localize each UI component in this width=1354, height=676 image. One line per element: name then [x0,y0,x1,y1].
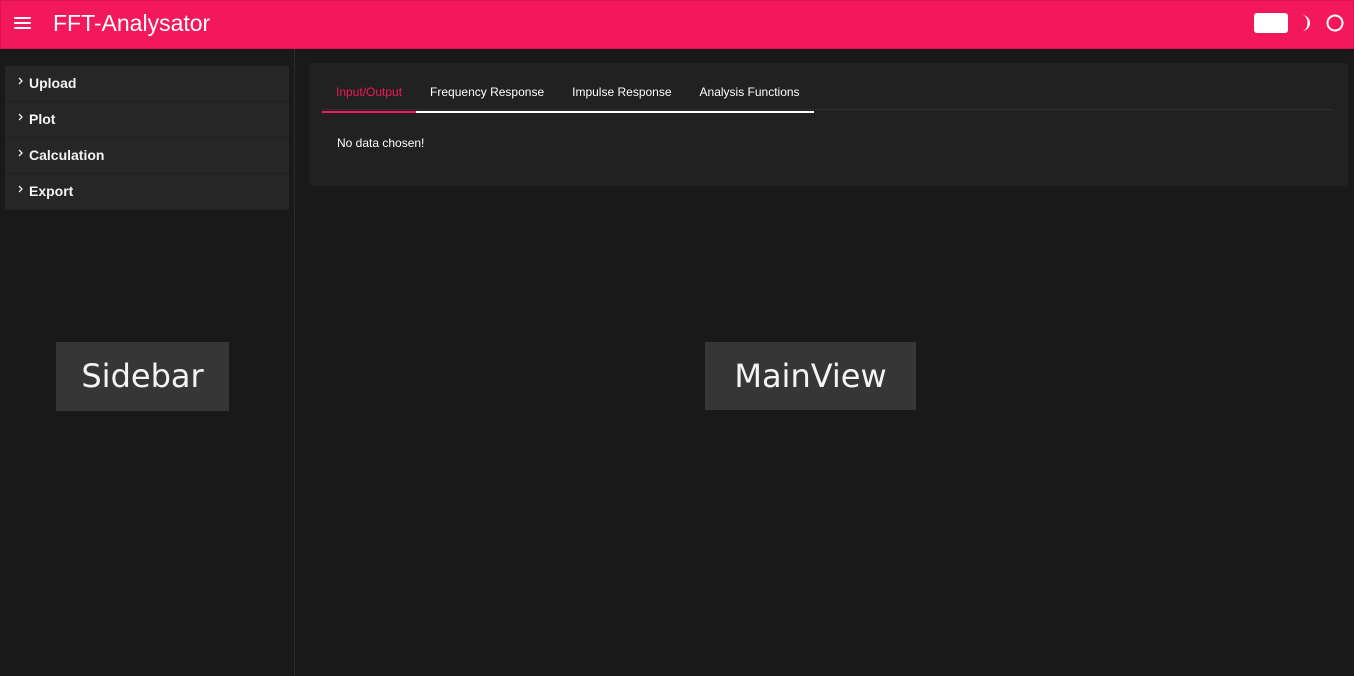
sidebar-item-upload[interactable]: Upload [5,66,289,102]
tab-input-output[interactable]: Input/Output [322,80,417,113]
tab-analysis-functions[interactable]: Analysis Functions [686,80,814,111]
main-panel: Input/Output Frequency Response Impulse … [309,63,1348,186]
chevron-right-icon [18,77,23,85]
mainview-overlay-label: MainView [705,342,916,410]
moon-icon[interactable] [1299,14,1315,32]
circle-icon[interactable] [1326,14,1344,32]
sidebar-item-export[interactable]: Export [5,174,289,210]
app-header: FFT-Analysator [0,0,1354,49]
tab-bar: Input/Output Frequency Response Impulse … [322,80,814,113]
sidebar-overlay-label: Sidebar [56,342,229,411]
light-mode-toggle-icon[interactable] [1254,13,1288,33]
sidebar-item-label: Export [29,183,74,199]
sidebar-item-label: Calculation [29,147,105,163]
sidebar-item-label: Upload [29,75,77,91]
chevron-right-icon [18,113,23,121]
chevron-right-icon [18,185,23,193]
sidebar-item-label: Plot [29,111,56,127]
hamburger-menu-icon[interactable] [13,14,33,34]
app-title: FFT-Analysator [53,10,211,36]
sidebar-item-plot[interactable]: Plot [5,102,289,138]
no-data-message: No data chosen! [337,136,425,150]
sidebar-accordion: Upload Plot Calculation Export [5,66,289,210]
tab-impulse-response[interactable]: Impulse Response [558,80,685,111]
sidebar-item-calculation[interactable]: Calculation [5,138,289,174]
tab-frequency-response[interactable]: Frequency Response [416,80,558,111]
chevron-right-icon [18,149,23,157]
